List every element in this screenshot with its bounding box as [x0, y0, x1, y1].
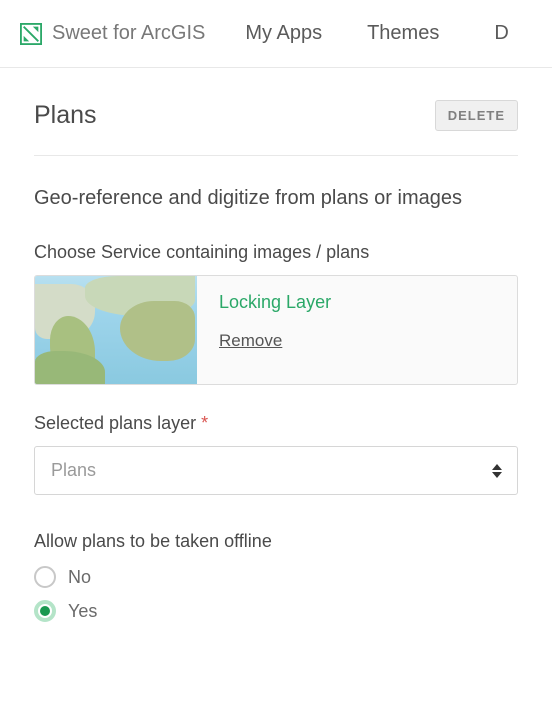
- service-info: Locking Layer Remove: [197, 276, 517, 384]
- remove-service-link[interactable]: Remove: [219, 331, 282, 351]
- layer-select[interactable]: Plans: [34, 446, 518, 495]
- nav-my-apps[interactable]: My Apps: [245, 22, 322, 45]
- radio-yes-indicator: [34, 600, 56, 622]
- required-indicator: *: [201, 413, 208, 433]
- radio-no-indicator: [34, 566, 56, 588]
- main-content: Plans DELETE Geo-reference and digitize …: [0, 68, 552, 666]
- main-nav: My Apps Themes: [245, 22, 439, 45]
- radio-option-no[interactable]: No: [34, 566, 518, 588]
- nav-themes[interactable]: Themes: [367, 22, 439, 45]
- brand-text: Sweet for ArcGIS: [52, 22, 205, 45]
- brand-logo[interactable]: Sweet for ArcGIS: [20, 22, 205, 45]
- nav-cutoff[interactable]: D: [494, 22, 508, 45]
- top-header: Sweet for ArcGIS My Apps Themes D: [0, 0, 552, 68]
- page-title: Plans: [34, 101, 97, 130]
- page-header: Plans DELETE: [34, 100, 518, 156]
- page-subtitle: Geo-reference and digitize from plans or…: [34, 184, 518, 212]
- radio-option-yes[interactable]: Yes: [34, 600, 518, 622]
- radio-yes-label: Yes: [68, 601, 97, 622]
- delete-button[interactable]: DELETE: [435, 100, 518, 131]
- sweet-logo-icon: [20, 23, 42, 45]
- layer-label-text: Selected plans layer: [34, 413, 196, 433]
- offline-radio-group: No Yes: [34, 566, 518, 622]
- service-field-label: Choose Service containing images / plans: [34, 242, 518, 263]
- radio-no-label: No: [68, 567, 91, 588]
- layer-select-wrapper: Plans: [34, 446, 518, 495]
- offline-field-label: Allow plans to be taken offline: [34, 531, 518, 552]
- service-thumbnail: [35, 276, 197, 384]
- service-card: Locking Layer Remove: [34, 275, 518, 385]
- service-name: Locking Layer: [219, 292, 495, 313]
- layer-field-label: Selected plans layer *: [34, 413, 518, 434]
